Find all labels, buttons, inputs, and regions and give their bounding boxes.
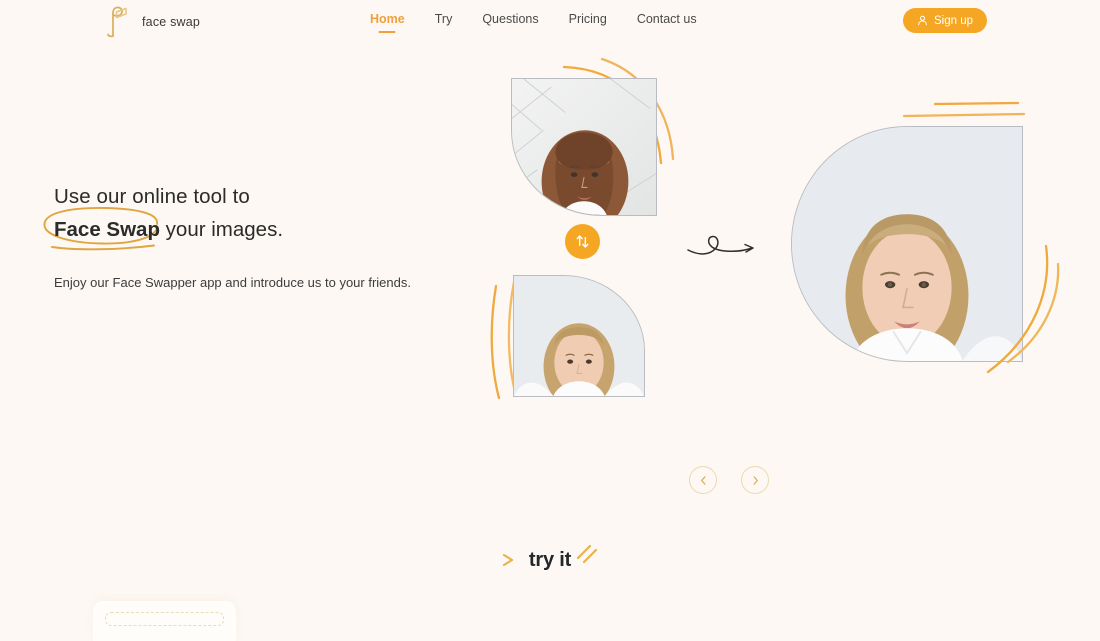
source-bottom-frame bbox=[513, 275, 645, 397]
decorative-lines-result bbox=[902, 101, 1026, 118]
brand-logo[interactable]: face swap bbox=[104, 5, 200, 39]
sign-up-button[interactable]: Sign up bbox=[902, 8, 987, 33]
transition-arrow bbox=[687, 235, 754, 255]
source-image-top[interactable] bbox=[511, 78, 657, 216]
try-it-cta[interactable]: try it bbox=[500, 540, 600, 580]
swap-arrows-icon bbox=[576, 235, 589, 248]
hero-heading-line1: Use our online tool to bbox=[54, 185, 250, 208]
source-top-frame bbox=[511, 78, 657, 216]
hero-subtext: Enjoy our Face Swapper app and introduce… bbox=[54, 274, 411, 290]
result-photo bbox=[792, 127, 1022, 361]
carousel-prev-button[interactable] bbox=[689, 466, 717, 494]
main-navigation: Home Try Questions Pricing Contact us bbox=[370, 12, 697, 32]
nav-item-questions[interactable]: Questions bbox=[482, 12, 538, 32]
sign-up-label: Sign up bbox=[933, 14, 973, 27]
carousel-controls bbox=[689, 466, 769, 494]
face-swap-logo-icon bbox=[107, 6, 127, 38]
chevron-right-icon bbox=[753, 475, 758, 485]
source-bottom-photo bbox=[514, 276, 644, 396]
hero-heading-rest: your images. bbox=[159, 217, 284, 241]
nav-item-try[interactable]: Try bbox=[435, 12, 453, 32]
source-top-photo bbox=[512, 79, 656, 215]
carousel-next-button[interactable] bbox=[741, 466, 769, 494]
hero-copy: Use our online tool to Face Swap your im… bbox=[43, 182, 444, 293]
result-frame bbox=[791, 126, 1023, 362]
try-it-label: try it bbox=[528, 548, 572, 571]
site-header: face swap Home Try Questions Pricing Con… bbox=[0, 0, 1100, 44]
bottom-peek-card[interactable] bbox=[93, 601, 236, 641]
brand-name: face swap bbox=[142, 15, 201, 29]
swap-button[interactable] bbox=[565, 224, 600, 259]
chevron-left-icon bbox=[700, 475, 705, 485]
upload-dashed-area bbox=[105, 612, 224, 626]
nav-item-home[interactable]: Home bbox=[370, 12, 405, 32]
hero-heading-line2: Face Swap your images. bbox=[43, 206, 444, 250]
user-icon bbox=[918, 15, 927, 26]
nav-item-contact-us[interactable]: Contact us bbox=[637, 12, 697, 32]
nav-item-pricing[interactable]: Pricing bbox=[569, 12, 607, 32]
hero-heading-highlight: Face Swap bbox=[54, 217, 160, 241]
source-image-bottom[interactable] bbox=[513, 275, 645, 397]
result-image[interactable] bbox=[791, 126, 1023, 362]
